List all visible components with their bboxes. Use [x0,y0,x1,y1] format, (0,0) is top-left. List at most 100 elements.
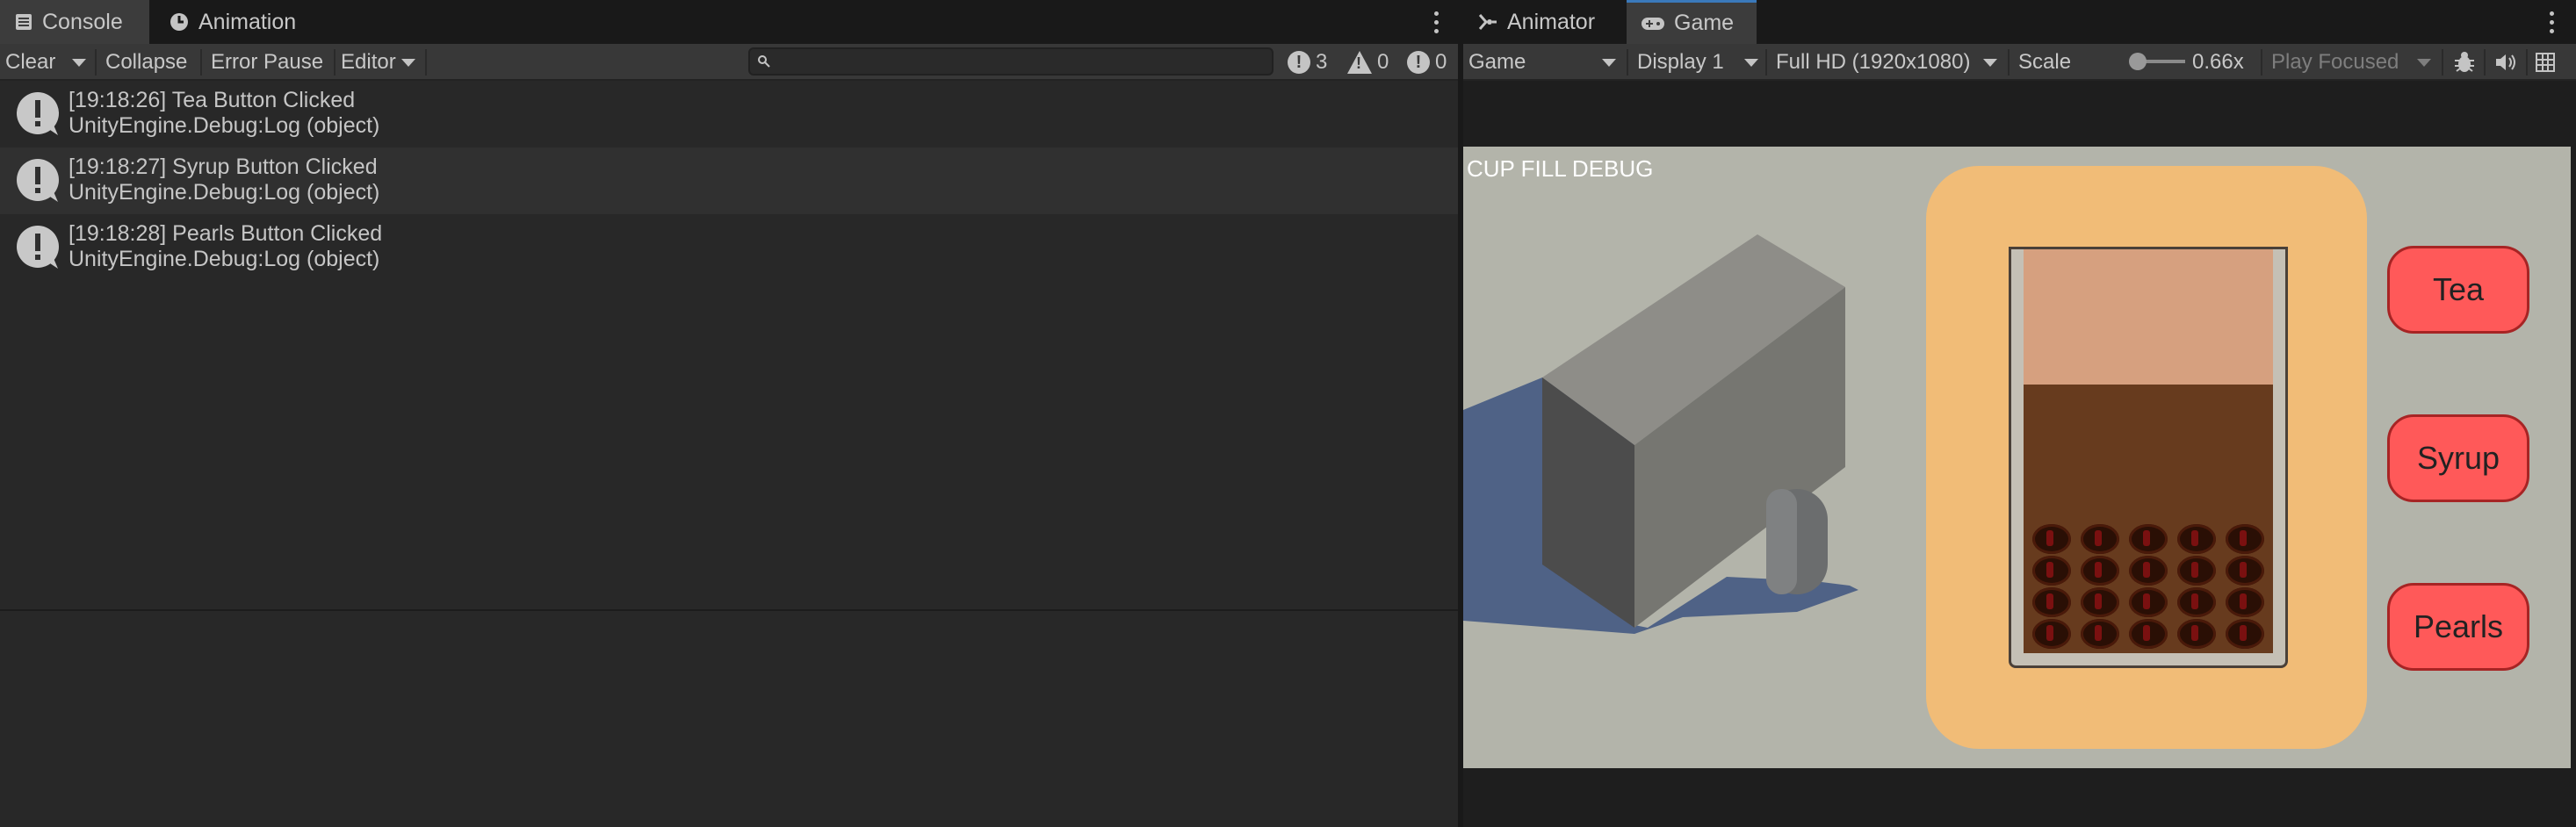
log-message: [19:18:26] Tea Button Clicked [69,88,356,112]
console-tabbar: Console Animation [0,0,1458,44]
toolbar-separator [2442,49,2443,76]
log-entry[interactable]: [19:18:27] Syrup Button Clicked UnityEng… [0,147,1460,214]
log-entry[interactable]: [19:18:28] Pearls Button Clicked UnityEn… [0,214,1460,281]
toolbar-separator [95,49,97,76]
tea-button[interactable]: Tea [2387,246,2529,334]
speaker-icon [2496,54,2515,70]
tab-console[interactable]: Console [0,0,149,44]
tab-game[interactable]: Game [1627,0,1757,44]
game-toolbar: Game Display 1 Full HD (1920x1080) Scale… [1463,44,2576,81]
editor-dropdown[interactable]: Editor [336,47,421,77]
pearl-icon [2031,524,2071,554]
pearl-icon [2080,619,2119,649]
pearl-icon [2031,619,2071,649]
scene-3d-objects [1463,234,1858,634]
tab-game-label: Game [1674,11,1735,35]
toolbar-separator [425,49,427,76]
grid-icon [2536,53,2555,72]
warning-icon [1347,51,1372,74]
mute-audio-toggle[interactable] [2489,47,2522,77]
info-message-icon [17,159,59,202]
tab-animation[interactable]: Animation [155,0,321,44]
chevron-down-icon [1744,58,1758,67]
chevron-down-icon [72,58,86,67]
pearls-layer [2024,520,2273,653]
view-dropdown[interactable]: Game [1463,47,1621,77]
cup-panel [1926,166,2367,749]
animation-clock-icon [170,13,188,31]
pearl-icon [2177,619,2217,649]
cup-tea-top-layer [2024,249,2273,385]
log-message: [19:18:28] Pearls Button Clicked [69,221,383,246]
scale-slider-handle[interactable] [2129,53,2147,70]
animator-icon [1478,14,1497,30]
console-icon [16,14,32,30]
pearl-icon [2080,556,2119,586]
gamepad-icon [1642,17,1664,30]
info-message-icon [17,92,59,135]
toolbar-separator [2484,49,2486,76]
info-count: 3 [1316,50,1328,74]
chevron-down-icon [2417,58,2431,67]
warning-count-toggle[interactable]: 0 [1347,47,1389,77]
pearl-icon [2177,587,2217,617]
collapse-button[interactable]: Collapse [100,47,192,77]
capsule-highlight [1766,489,1797,594]
info-icon: ! [1288,51,1310,74]
pearl-icon [2080,587,2119,617]
pearl-icon [2080,524,2119,554]
scale-value: 0.66x [2192,50,2244,74]
log-stack: UnityEngine.Debug:Log (object) [69,180,380,205]
pearl-icon [2128,524,2168,554]
resolution-dropdown[interactable]: Full HD (1920x1080) [1771,47,2002,77]
pearl-icon [2226,587,2265,617]
toolbar-separator [2008,49,2010,76]
log-stack: UnityEngine.Debug:Log (object) [69,113,380,138]
clear-options-dropdown[interactable] [67,47,91,77]
syrup-button[interactable]: Syrup [2387,414,2529,502]
tab-console-label: Console [42,9,123,34]
error-count-toggle[interactable]: ! 0 [1407,47,1447,77]
view-dropdown-label: Game [1468,50,1526,74]
editor-dropdown-label: Editor [341,50,396,74]
info-count-toggle[interactable]: ! 3 [1288,47,1327,77]
display-dropdown-label: Display 1 [1637,50,1724,74]
display-dropdown[interactable]: Display 1 [1632,47,1764,77]
console-detail-splitter[interactable] [0,609,1460,611]
warning-count: 0 [1377,50,1389,74]
clear-button[interactable]: Clear [0,47,61,77]
scale-label: Scale [2018,50,2072,74]
cup-fill-debug-label: CUP FILL DEBUG [1467,155,1654,182]
play-mode-dropdown[interactable]: Play Focused [2266,47,2436,77]
play-mode-label: Play Focused [2271,50,2399,74]
error-pause-button[interactable]: Error Pause [206,47,328,77]
tab-animator[interactable]: Animator [1463,0,1613,44]
stats-toggle[interactable] [2447,47,2482,77]
bug-icon [2455,52,2474,72]
console-search-field[interactable] [748,47,1274,76]
pearl-icon [2177,556,2217,586]
gizmos-toggle[interactable] [2529,47,2561,77]
pearl-icon [2226,619,2265,649]
pearls-button[interactable]: Pearls [2387,583,2529,671]
pearl-icon [2226,524,2265,554]
pearl-icon [2128,619,2168,649]
log-entry[interactable]: [19:18:26] Tea Button Clicked UnityEngin… [0,81,1460,147]
console-menu-kebab-icon[interactable] [1432,9,1440,35]
tab-animator-label: Animator [1507,9,1596,34]
resolution-dropdown-label: Full HD (1920x1080) [1776,50,1971,74]
toolbar-separator [2526,49,2528,76]
cup [2009,247,2288,668]
game-tabbar: Animator Game [1463,0,2576,44]
toolbar-separator [200,49,202,76]
chevron-down-icon [400,58,415,67]
pearl-icon [2177,524,2217,554]
pearl-icon [2031,587,2071,617]
toolbar-separator [2261,49,2262,76]
info-message-icon [17,226,59,269]
game-menu-kebab-icon[interactable] [2547,9,2556,35]
game-viewport[interactable]: CUP FILL DEBUG Tea Syrup Pearls [1463,147,2571,768]
toolbar-separator [1627,49,1628,76]
pearl-icon [2226,556,2265,586]
chevron-down-icon [1602,58,1616,67]
